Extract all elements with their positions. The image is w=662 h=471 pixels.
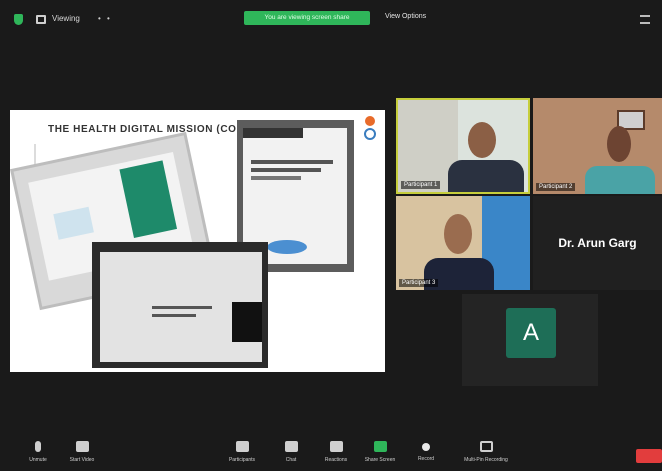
- view-icon[interactable]: [36, 15, 46, 24]
- chat-icon: [284, 441, 298, 452]
- participant-name-tile[interactable]: Dr. Arun Garg: [533, 196, 662, 290]
- emblem-logo: [362, 116, 378, 144]
- participants-button[interactable]: Participants: [222, 432, 262, 471]
- participant-video-tile[interactable]: Participant 2: [533, 98, 662, 194]
- shield-icon[interactable]: [14, 14, 23, 25]
- record-icon: [422, 443, 430, 451]
- unmute-button[interactable]: Unmute: [18, 432, 58, 471]
- meeting-window: Viewing • • You are viewing screen share…: [0, 0, 662, 471]
- avatar: A: [506, 308, 556, 358]
- more-dots-icon[interactable]: • •: [98, 14, 112, 23]
- participant-name: Participant 2: [536, 183, 576, 191]
- chat-button[interactable]: Chat: [276, 432, 306, 471]
- share-screen-icon: [373, 441, 387, 452]
- start-video-button[interactable]: Start Video: [62, 432, 102, 471]
- top-bar: Viewing • • You are viewing screen share…: [0, 0, 662, 34]
- microphone-icon: [35, 441, 41, 452]
- view-options-dropdown[interactable]: View Options: [385, 13, 426, 20]
- reactions-button[interactable]: Reactions: [318, 432, 354, 471]
- gallery-view-icon[interactable]: [640, 15, 650, 24]
- participant-name: Participant 1: [401, 181, 441, 189]
- participant-avatar-tile[interactable]: A: [462, 294, 598, 386]
- view-label[interactable]: Viewing: [52, 14, 80, 23]
- participant-video-tile[interactable]: Participant 3: [396, 196, 530, 290]
- end-meeting-button[interactable]: [636, 449, 662, 463]
- grid-icon: [479, 441, 493, 452]
- slide-photo-monitor: [92, 242, 268, 368]
- participant-name-label: Dr. Arun Garg: [558, 236, 637, 250]
- more-button[interactable]: Multi-Pin Recording: [454, 432, 518, 471]
- reaction-icon: [329, 441, 343, 452]
- people-icon: [235, 441, 249, 452]
- share-screen-button[interactable]: Share Screen: [360, 432, 400, 471]
- participant-name: Participant 3: [399, 279, 439, 287]
- shared-screen: THE HEALTH DIGITAL MISSION (CONT'D): [10, 110, 385, 372]
- slide-title: THE HEALTH DIGITAL MISSION (CONT'D): [48, 124, 266, 135]
- screen-share-banner[interactable]: You are viewing screen share: [244, 11, 370, 25]
- participant-video-tile[interactable]: Participant 1: [396, 98, 530, 194]
- meeting-toolbar: Unmute Start Video Participants Chat Rea…: [0, 432, 662, 471]
- camera-icon: [75, 441, 89, 452]
- record-button[interactable]: Record: [408, 432, 444, 471]
